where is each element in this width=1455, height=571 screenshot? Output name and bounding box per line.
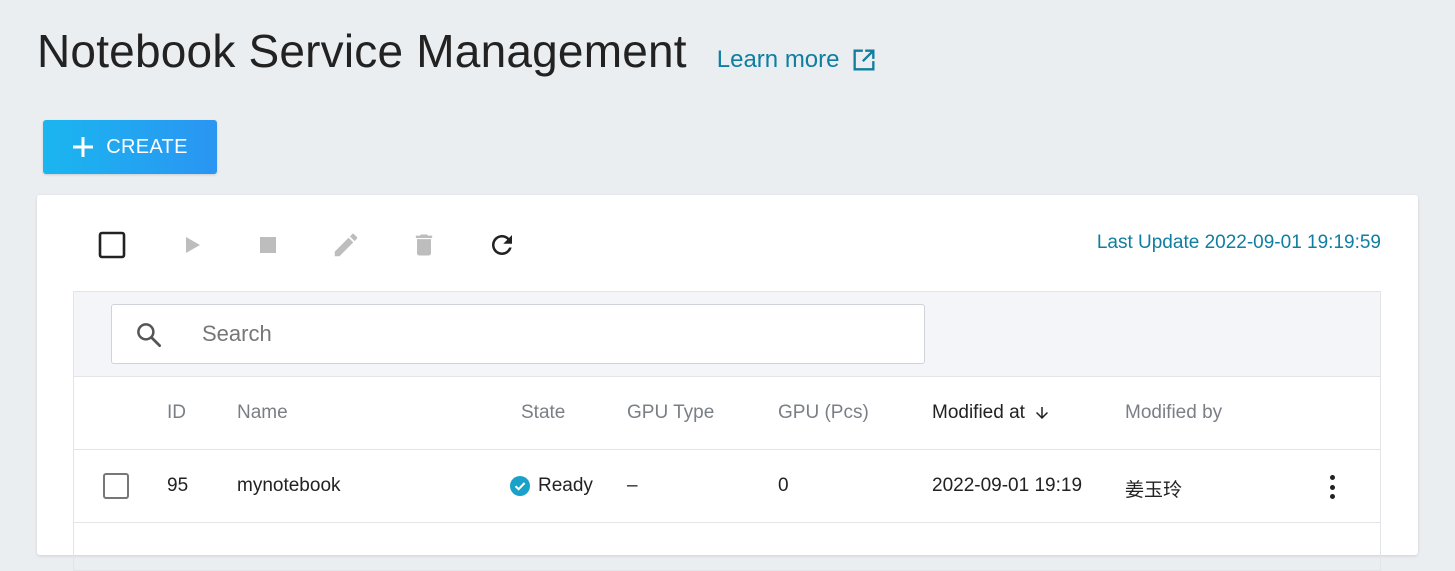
row-checkbox[interactable] xyxy=(103,473,129,499)
trash-icon xyxy=(415,234,433,256)
row-state-label: Ready xyxy=(538,475,593,496)
more-options-dot xyxy=(1329,475,1335,480)
row-state: Ready xyxy=(510,475,593,497)
table-header: ID Name State GPU Type GPU (Pcs) Modifie… xyxy=(74,377,1380,450)
create-button-label: CREATE xyxy=(106,135,188,158)
page-title: Notebook Service Management xyxy=(37,25,687,77)
checkbox-outline-icon xyxy=(98,231,126,259)
refresh-button[interactable] xyxy=(484,227,520,263)
notebook-list-card: Last Update 2022-09-01 19:19:59 ID Name … xyxy=(37,195,1418,571)
learn-more-link[interactable]: Learn more xyxy=(717,46,878,74)
row-id: 95 xyxy=(167,475,189,496)
external-link-icon xyxy=(853,49,874,71)
stop-icon xyxy=(260,237,276,253)
select-all-checkbox[interactable] xyxy=(94,227,130,263)
column-header-state[interactable]: State xyxy=(521,402,565,424)
check-circle-icon xyxy=(510,476,530,496)
row-gpu-type: – xyxy=(627,475,638,496)
row-name[interactable]: mynotebook xyxy=(237,475,341,497)
learn-more-label: Learn more xyxy=(716,46,840,73)
search-input[interactable] xyxy=(202,305,902,363)
column-header-modified-by[interactable]: Modified by xyxy=(1125,402,1222,424)
start-button[interactable] xyxy=(174,227,210,263)
column-header-gpu-type[interactable]: GPU Type xyxy=(627,402,714,424)
column-header-modified-at[interactable]: Modified at xyxy=(932,402,1051,424)
plus-icon xyxy=(72,136,94,158)
delete-button[interactable] xyxy=(406,227,442,263)
last-update-text: Last Update 2022-09-01 19:19:59 xyxy=(1096,232,1381,253)
more-options-dot xyxy=(1329,484,1335,490)
page-header: Notebook Service Management Learn more xyxy=(37,24,878,78)
search-box xyxy=(111,304,925,364)
refresh-icon xyxy=(492,235,512,255)
more-options-dot xyxy=(1329,494,1335,499)
table-row[interactable]: 95 mynotebook Ready – 0 2022-09-01 19:19… xyxy=(74,450,1380,523)
column-header-id[interactable]: ID xyxy=(167,402,186,424)
arrow-down-icon xyxy=(1035,407,1048,419)
create-button[interactable]: CREATE xyxy=(43,120,217,174)
row-gpu-pcs: 0 xyxy=(778,475,789,496)
column-header-name[interactable]: Name xyxy=(237,402,288,424)
toolbar: Last Update 2022-09-01 19:19:59 xyxy=(37,195,1418,291)
search-bar xyxy=(74,292,1380,377)
play-icon xyxy=(186,237,200,253)
column-header-gpu-pcs[interactable]: GPU (Pcs) xyxy=(778,402,869,424)
row-modified-by: 姜玉玲 xyxy=(1125,480,1183,501)
more-options-icon[interactable] xyxy=(1320,472,1344,502)
notebook-table: ID Name State GPU Type GPU (Pcs) Modifie… xyxy=(73,291,1381,571)
search-icon xyxy=(137,323,161,347)
stop-button[interactable] xyxy=(250,227,286,263)
row-modified-at: 2022-09-01 19:19 xyxy=(932,475,1083,496)
edit-button[interactable] xyxy=(328,227,364,263)
pencil-icon xyxy=(334,233,358,257)
column-header-modified-at-label: Modified at xyxy=(932,402,1025,423)
